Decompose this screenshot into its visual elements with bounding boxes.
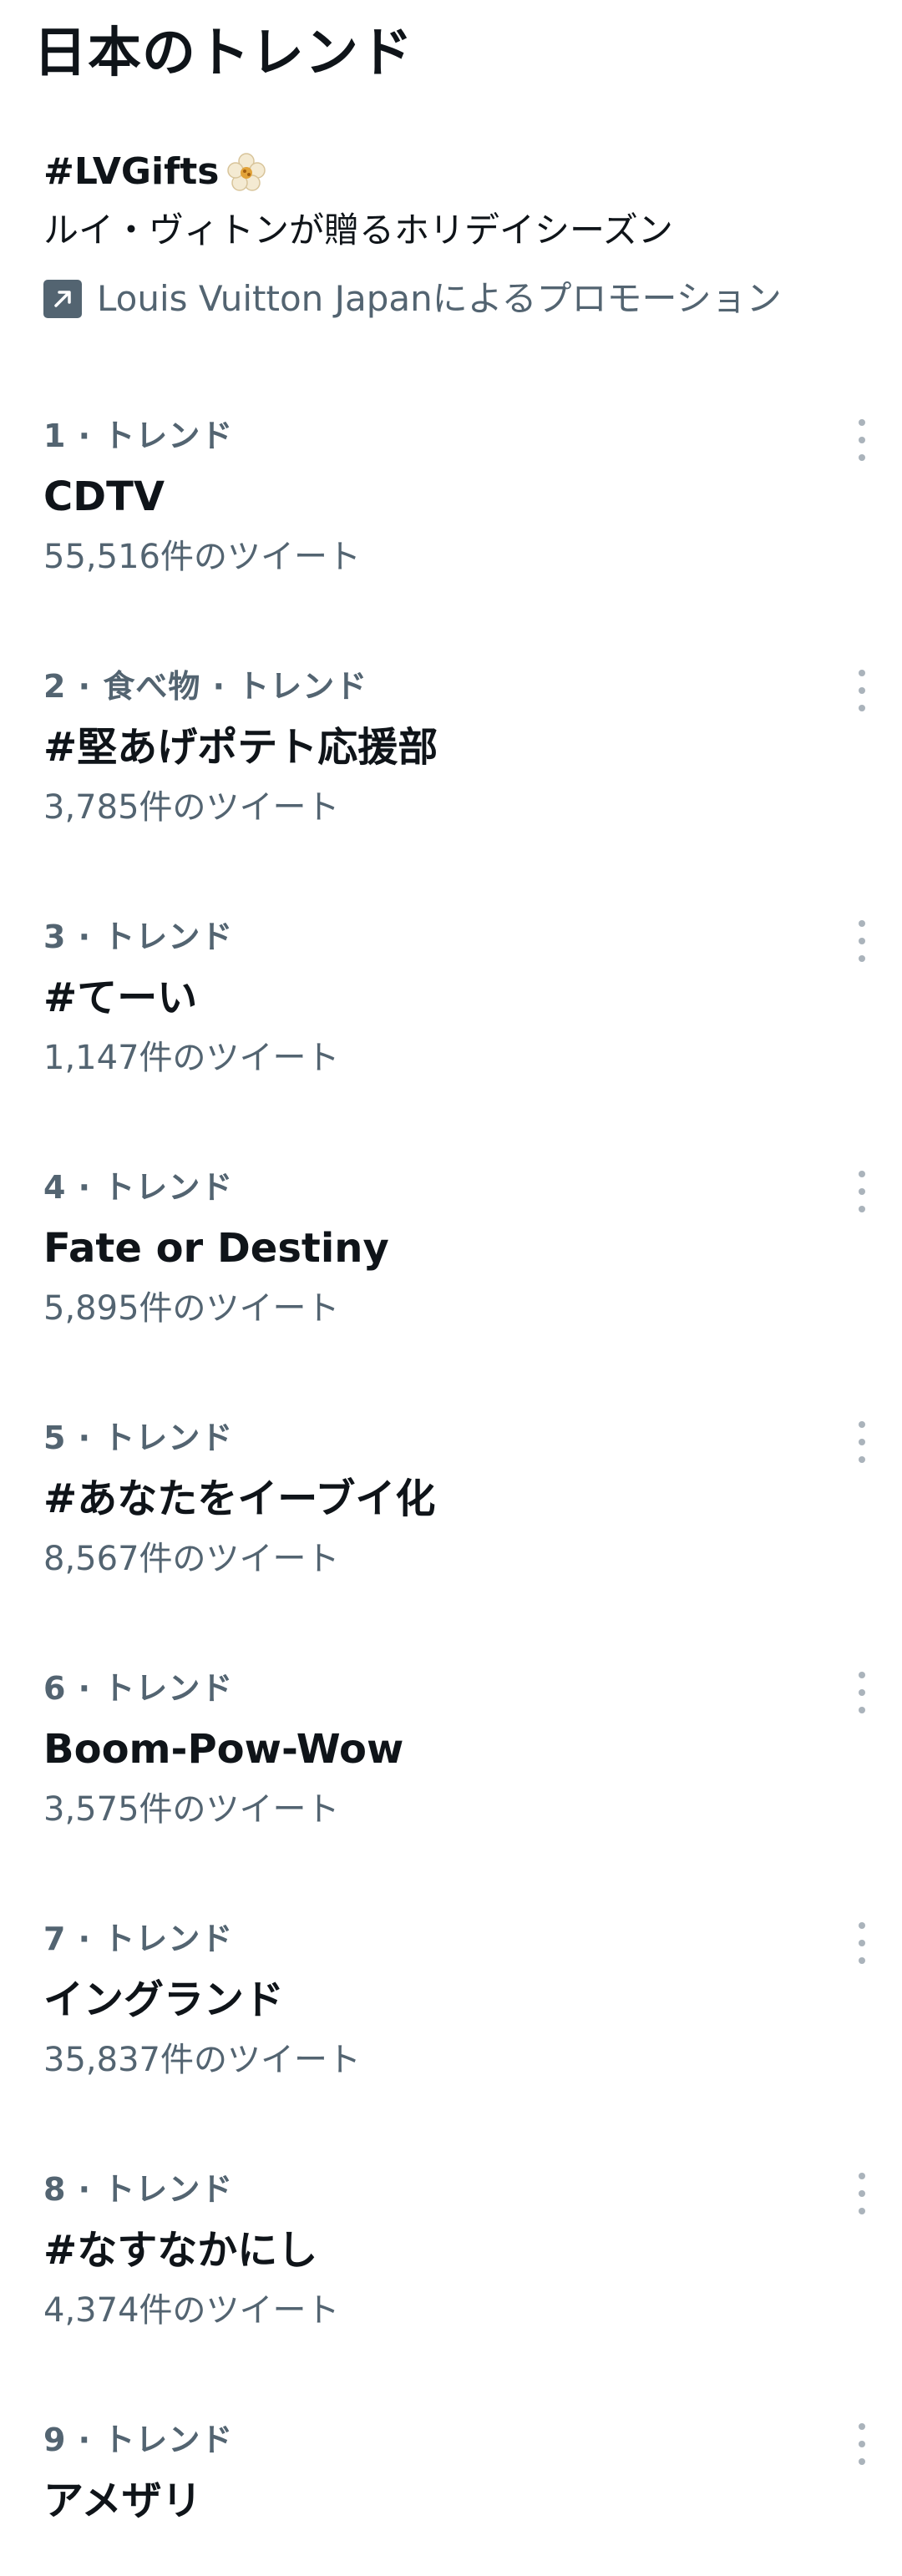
trend-name: #あなたをイーブイ化 (43, 1475, 436, 1522)
promo-advertiser-row[interactable]: Louis Vuitton Japanによるプロモーション (43, 276, 895, 322)
trend-meta: 7 · トレンド (43, 1921, 234, 1957)
trend-item[interactable]: 4 · トレンド Fate or Destiny 5,895件のツイート (43, 1166, 879, 1413)
more-options-icon[interactable] (845, 1672, 879, 1713)
trend-tweet-count: 3,785件のツイート (43, 788, 340, 827)
more-options-icon[interactable] (845, 920, 879, 962)
trends-page: 日本のトレンド #LVGifts ルイ・ヴィトンが贈るホリデイシーズン Loui… (0, 0, 902, 2576)
promoted-arrow-icon (43, 280, 82, 318)
trend-name: Boom-Pow-Wow (43, 1726, 404, 1773)
more-options-icon[interactable] (845, 2423, 879, 2465)
more-options-icon[interactable] (845, 670, 879, 711)
trend-meta: 8 · トレンド (43, 2171, 234, 2208)
trend-tweet-count: 1,147件のツイート (43, 1039, 340, 1077)
more-options-icon[interactable] (845, 1922, 879, 1964)
flower-emoji-icon (227, 153, 266, 191)
trend-meta: 2 · 食べ物 · トレンド (43, 668, 368, 705)
trend-name: #堅あげポテト応援部 (43, 724, 438, 771)
more-options-icon[interactable] (845, 419, 879, 461)
trend-meta: 9 · トレンド (43, 2422, 234, 2458)
trend-name: イングランド (43, 1976, 285, 2023)
trend-name: CDTV (43, 473, 165, 520)
trend-meta: 4 · トレンド (43, 1169, 234, 1206)
trend-tweet-count: 55,516件のツイート (43, 538, 361, 576)
trend-item[interactable]: 7 · トレンド イングランド 35,837件のツイート (43, 1917, 879, 2164)
trend-name: Fate or Destiny (43, 1225, 389, 1272)
trend-name: #てーい (43, 974, 198, 1021)
trend-tweet-count: 8,567件のツイート (43, 1540, 340, 1578)
promo-description: ルイ・ヴィトンが贈るホリデイシーズン (43, 210, 673, 251)
promoted-by-label: Louis Vuitton Japanによるプロモーション (97, 278, 782, 319)
promo-hashtag-row: #LVGifts (43, 149, 895, 195)
trend-tweet-count: 3,575件のツイート (43, 1790, 340, 1829)
trend-item[interactable]: 6 · トレンド Boom-Pow-Wow 3,575件のツイート (43, 1667, 879, 1914)
trend-meta: 3 · トレンド (43, 919, 234, 955)
promo-hashtag: #LVGifts (43, 150, 220, 193)
trend-meta: 1 · トレンド (43, 418, 234, 454)
more-options-icon[interactable] (845, 1421, 879, 1463)
trend-item[interactable]: 8 · トレンド #なすなかにし 4,374件のツイート (43, 2168, 879, 2415)
trend-meta: 6 · トレンド (43, 1670, 234, 1707)
trend-tweet-count: 35,837件のツイート (43, 2041, 361, 2079)
trend-meta: 5 · トレンド (43, 1420, 234, 1456)
trend-tweet-count: 4,374件のツイート (43, 2291, 340, 2330)
promoted-trend[interactable]: #LVGifts ルイ・ヴィトンが贈るホリデイシーズン Louis Vuitto… (43, 149, 895, 322)
more-options-icon[interactable] (845, 2173, 879, 2214)
trend-item[interactable]: 3 · トレンド #てーい 1,147件のツイート (43, 915, 879, 1162)
trend-item[interactable]: 9 · トレンド アメザリ (43, 2418, 879, 2552)
trend-tweet-count: 5,895件のツイート (43, 1289, 340, 1328)
trend-item[interactable]: 5 · トレンド #あなたをイーブイ化 8,567件のツイート (43, 1416, 879, 1663)
trend-item[interactable]: 1 · トレンド CDTV 55,516件のツイート (43, 414, 879, 661)
trend-name: #なすなかにし (43, 2227, 318, 2274)
trend-item[interactable]: 2 · 食べ物 · トレンド #堅あげポテト応援部 3,785件のツイート (43, 665, 879, 912)
more-options-icon[interactable] (845, 1171, 879, 1212)
page-title: 日本のトレンド (33, 23, 413, 84)
trend-name: アメザリ (43, 2477, 202, 2524)
